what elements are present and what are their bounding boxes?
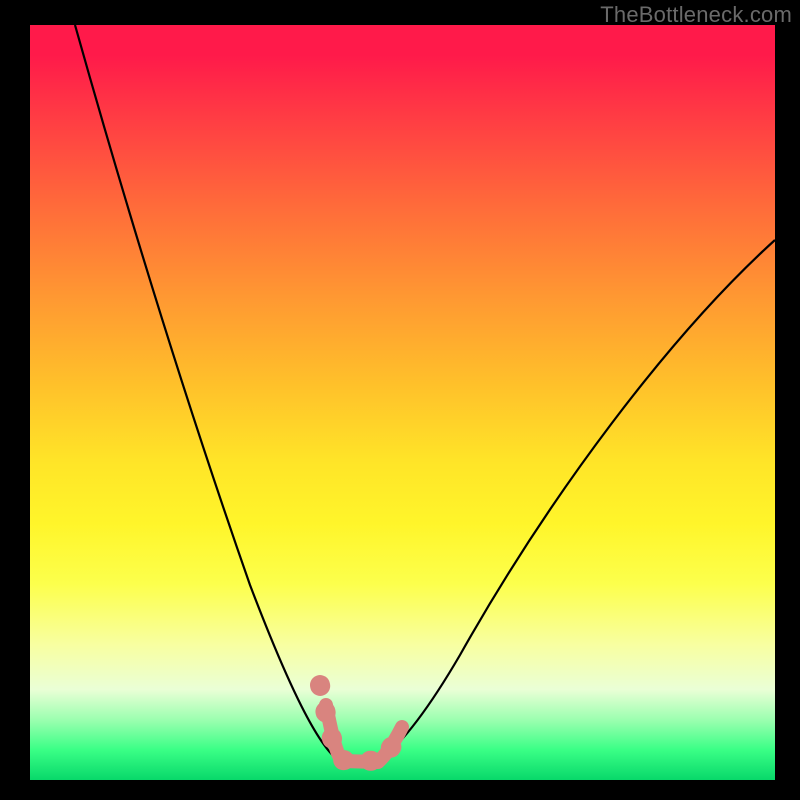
watermark-text: TheBottleneck.com bbox=[600, 2, 792, 28]
chart-frame: TheBottleneck.com bbox=[0, 0, 800, 800]
chart-svg bbox=[30, 25, 775, 780]
bottleneck-curve bbox=[75, 25, 775, 760]
chart-plot-area bbox=[30, 25, 775, 780]
